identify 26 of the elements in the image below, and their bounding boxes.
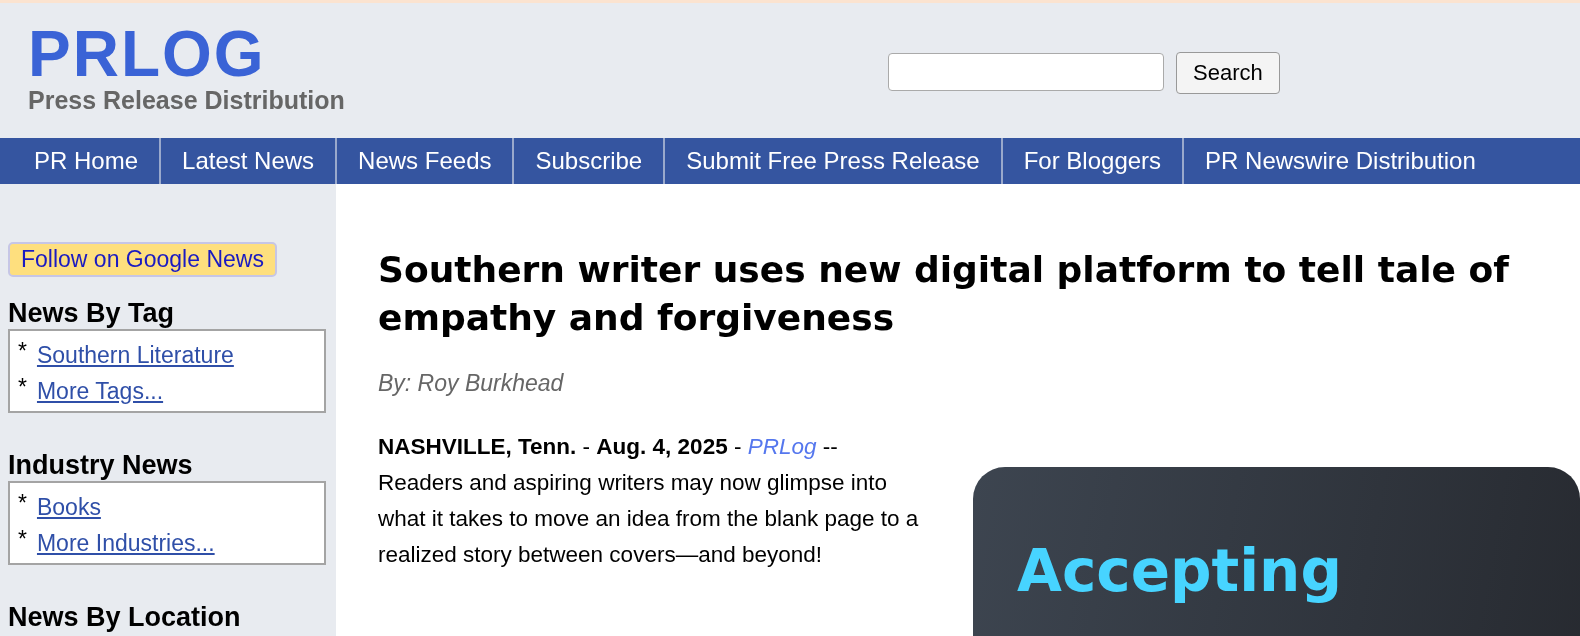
nav-link[interactable]: PR Home <box>0 138 160 184</box>
bullet-text: * <box>18 337 27 366</box>
nav-link[interactable]: Submit Free Press Release <box>663 138 1001 184</box>
sidebar-link[interactable]: Books <box>36 489 101 525</box>
article-byline: By: Roy Burkhead <box>378 370 564 397</box>
follow-button[interactable]: Follow on Google News <box>8 242 277 277</box>
nav-link[interactable]: For Bloggers <box>1000 138 1183 184</box>
section-heading: News By Location <box>8 601 241 633</box>
nav-link[interactable]: Subscribe <box>512 138 664 184</box>
search-button[interactable]: Search <box>1176 52 1280 94</box>
sidebar-link[interactable]: More Industries... <box>36 525 215 561</box>
site-logo[interactable]: PRLOG <box>28 21 266 87</box>
nav-link[interactable]: PR Newswire Distribution <box>1182 138 1497 184</box>
nav-link[interactable]: News Feeds <box>335 138 513 184</box>
article-headline: Southern writer uses new digital platform to tell tale of empathy and forgiveness <box>378 248 1511 340</box>
bullet-text: * <box>18 489 27 518</box>
site-tagline: Press Release Distribution <box>28 87 345 113</box>
article-paragraph: NASHVILLE, Tenn. - Aug. 4, 2025 - PRLog -- Readers and aspiring writers may now glimpse into what it takes to move an idea from the blank page to a realized story between covers—and beyond! <box>378 433 920 569</box>
sidebar-link[interactable]: More Tags... <box>36 373 164 409</box>
section-heading: Industry News <box>8 449 193 481</box>
sidebar-link[interactable]: Southern Literature <box>36 337 234 373</box>
promo-title: Accepting <box>1017 537 1342 605</box>
search-field[interactable] <box>888 53 1164 91</box>
bullet-text: * <box>18 373 27 402</box>
section-heading: News By Tag <box>8 297 175 329</box>
bullet-text: * <box>18 525 27 554</box>
